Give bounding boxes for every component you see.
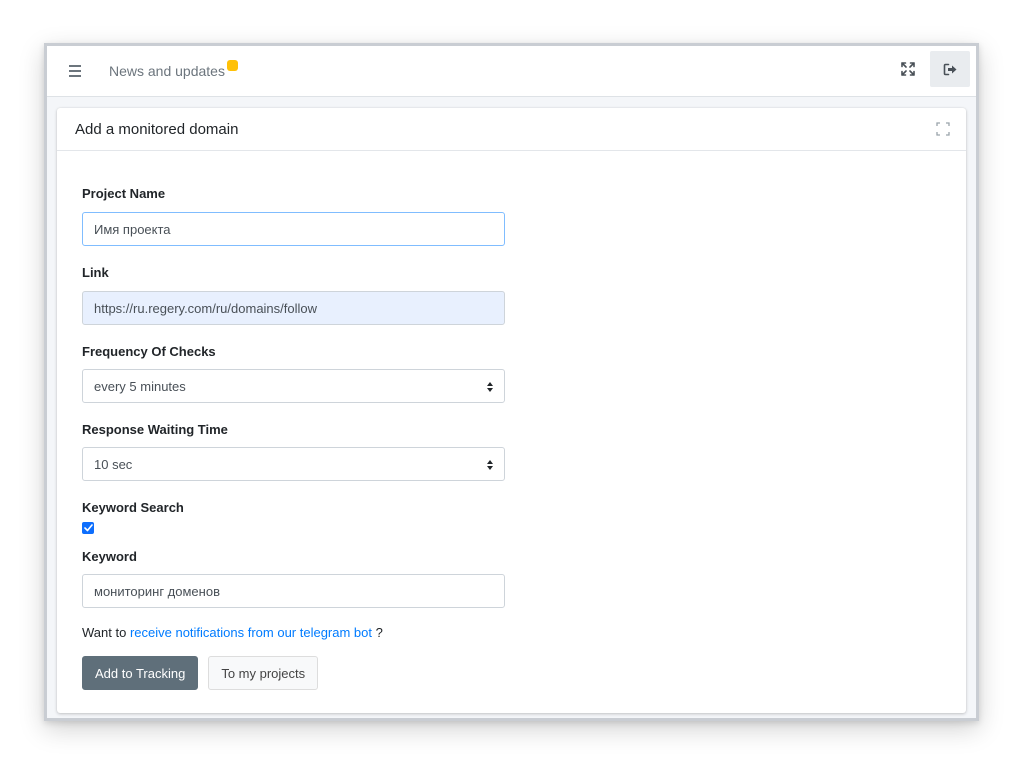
telegram-bot-link[interactable]: receive notifications from our telegram …	[130, 625, 372, 640]
link-input[interactable]: https://ru.regery.com/ru/domains/follow	[82, 291, 505, 325]
response-time-select[interactable]: 10 sec	[82, 447, 505, 481]
keyword-search-label: Keyword Search	[82, 500, 184, 515]
sign-out-icon	[943, 63, 956, 75]
project-name-value: Имя проекта	[94, 221, 171, 237]
telegram-note: Want to receive notifications from our t…	[82, 625, 966, 640]
project-name-input[interactable]: Имя проекта	[82, 212, 505, 246]
telegram-note-suffix: ?	[375, 625, 383, 640]
frequency-label: Frequency Of Checks	[82, 344, 216, 359]
response-time-selected: 10 sec	[94, 456, 133, 472]
response-time-group: Response Waiting Time 10 sec	[82, 421, 966, 481]
news-and-updates-link[interactable]: News and updates	[109, 60, 238, 79]
frequency-group: Frequency Of Checks every 5 minutes	[82, 343, 966, 403]
app-window: News and updates Add a monitored domain …	[44, 43, 979, 721]
top-navbar: News and updates	[47, 46, 976, 97]
telegram-note-prefix: Want to	[82, 625, 127, 640]
keyword-value: мониторинг доменов	[94, 583, 220, 599]
form-actions: Add to Tracking To my projects	[82, 656, 966, 690]
notification-badge	[226, 60, 238, 71]
select-arrows-icon	[487, 460, 493, 470]
news-link-label: News and updates	[109, 63, 225, 79]
keyword-input[interactable]: мониторинг доменов	[82, 574, 505, 608]
add-to-tracking-button[interactable]: Add to Tracking	[82, 656, 199, 690]
keyword-group: Keyword мониторинг доменов	[82, 548, 966, 608]
logout-button[interactable]	[930, 51, 970, 87]
response-time-label: Response Waiting Time	[82, 422, 228, 437]
add-domain-card: Add a monitored domain Project Name Имя …	[57, 108, 966, 713]
keyword-search-group: Keyword Search	[82, 499, 966, 534]
link-label: Link	[82, 265, 109, 280]
keyword-search-checkbox[interactable]	[82, 522, 94, 534]
project-name-label: Project Name	[82, 186, 166, 201]
expand-arrows-icon	[901, 62, 915, 76]
to-my-projects-button[interactable]: To my projects	[208, 656, 319, 690]
frequency-select[interactable]: every 5 minutes	[82, 369, 505, 403]
card-title: Add a monitored domain	[75, 120, 239, 138]
keyword-label: Keyword	[82, 549, 137, 564]
select-arrows-icon	[487, 382, 493, 392]
card-header: Add a monitored domain	[57, 108, 966, 151]
hamburger-menu-icon[interactable]	[67, 61, 87, 81]
topbar-actions	[888, 51, 970, 87]
card-body: Project Name Имя проекта Link https://ru…	[57, 151, 966, 690]
link-group: Link https://ru.regery.com/ru/domains/fo…	[82, 264, 966, 325]
checkmark-icon	[83, 524, 93, 532]
frequency-selected: every 5 minutes	[94, 378, 186, 394]
maximize-corners-icon[interactable]	[936, 122, 950, 136]
project-name-group: Project Name Имя проекта	[82, 185, 966, 246]
link-value: https://ru.regery.com/ru/domains/follow	[94, 300, 318, 316]
fullscreen-button[interactable]	[888, 51, 928, 87]
